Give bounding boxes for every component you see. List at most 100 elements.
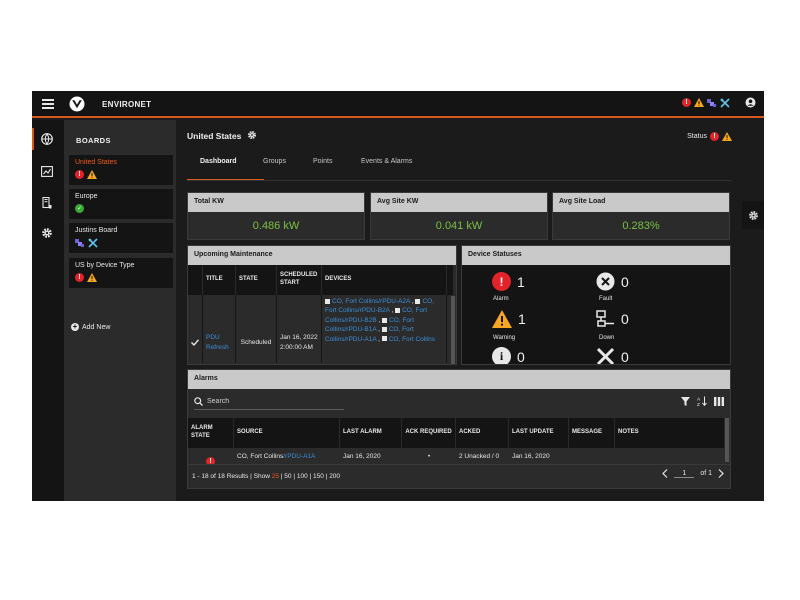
table-header: TITLE STATE SCHEDULED START DEVICES <box>188 265 453 295</box>
table-row[interactable]: PDU Refresh Scheduled Jan 16, 2022 2:00:… <box>188 295 453 363</box>
table-row[interactable]: ! CO, Fort Collins/rPDU-A1A Jan 16, 2020… <box>188 448 724 464</box>
alarms-panel: Alarms AZ ALARM STATE SOURCE LAST ALARM … <box>187 369 731 489</box>
kpi-value: 0.041 kW <box>435 220 483 232</box>
tab-points[interactable]: Points <box>313 158 332 165</box>
acked-cell[interactable]: 2 Unacked / 0 <box>456 448 509 464</box>
column-header[interactable]: NOTES <box>615 418 724 448</box>
network-down-icon <box>596 310 614 327</box>
status-info[interactable]: i 0 <box>492 347 525 364</box>
add-new-board-button[interactable]: + Add New <box>71 323 110 331</box>
status-label: Status <box>687 133 707 140</box>
status-maintenance[interactable]: 0 <box>596 347 629 364</box>
row-checkbox[interactable] <box>188 295 203 363</box>
devices-icon[interactable] <box>40 196 54 210</box>
maintenance-start: Jan 16, 2022 2:00:00 AM <box>277 295 322 363</box>
checkmark-icon <box>191 339 199 346</box>
message-cell <box>569 448 615 464</box>
maintenance-state: Scheduled <box>236 295 277 363</box>
ack-required-cell: • <box>427 453 431 460</box>
page-size-option[interactable]: 150 <box>313 473 324 480</box>
board-item-united-states[interactable]: United States ! <box>69 155 173 185</box>
kpi-value: 0.486 kW <box>252 220 300 232</box>
status-down[interactable]: 0 <box>596 310 629 328</box>
alarm-source-cell: CO, Fort Collins/rPDU-A1A <box>234 448 340 464</box>
device-link[interactable]: CO, Fort Collins/rPDU-A2A <box>325 298 410 305</box>
column-header[interactable]: LAST ALARM <box>340 418 402 448</box>
panel-title: Upcoming Maintenance <box>188 246 456 265</box>
page-count: of 1 <box>700 470 712 477</box>
device-link[interactable]: CO, Fort Collins <box>381 336 435 343</box>
last-alarm-cell: Jan 16, 2020 <box>343 453 381 460</box>
status-label: Warning <box>493 335 516 341</box>
filter-icon[interactable] <box>681 396 690 406</box>
column-header[interactable]: ACK REQUIRED <box>402 418 456 448</box>
user-icon[interactable] <box>745 97 756 108</box>
board-item-justins-board[interactable]: Justins Board <box>69 223 173 253</box>
chevron-right-icon[interactable] <box>718 469 724 478</box>
board-item-label: United States <box>75 159 118 166</box>
status-alarm[interactable]: ! 1 <box>492 272 525 291</box>
warning-icon <box>87 170 97 179</box>
columns-icon[interactable] <box>714 396 724 406</box>
board-item-label: Europe <box>75 193 98 200</box>
column-header[interactable]: MESSAGE <box>569 418 615 448</box>
svg-text:A: A <box>697 397 701 403</box>
column-header[interactable]: TITLE <box>203 265 236 295</box>
hamburger-menu-icon[interactable] <box>42 99 54 109</box>
maintenance-table: TITLE STATE SCHEDULED START DEVICES PDU … <box>188 265 453 363</box>
page-size-option[interactable]: 50 <box>284 473 291 480</box>
column-header[interactable]: DEVICES <box>322 265 447 295</box>
reports-icon[interactable] <box>40 164 54 178</box>
svg-text:Z: Z <box>697 402 700 406</box>
kpi-label: Total KW <box>188 193 364 212</box>
board-item-europe[interactable]: Europe ✓ <box>69 189 173 219</box>
source-device-link[interactable]: /rPDU-A1A <box>283 453 315 460</box>
fault-icon <box>596 272 615 291</box>
maintenance-title-link[interactable]: PDU Refresh <box>203 295 236 363</box>
column-header[interactable]: STATE <box>236 265 277 295</box>
page-number-input[interactable] <box>674 469 695 478</box>
plus-icon: + <box>71 322 79 331</box>
vertiv-logo-icon[interactable] <box>69 96 85 112</box>
status-warning[interactable]: 1 <box>492 310 526 328</box>
column-header[interactable]: SCHEDULED START <box>277 265 322 295</box>
board-settings-gear-icon[interactable] <box>247 130 257 140</box>
column-header[interactable]: SOURCE <box>234 418 340 448</box>
dashboard-settings-button[interactable] <box>742 201 764 229</box>
results-summary: 1 - 18 of 18 Results | Show 25 | 50 | 10… <box>192 473 341 480</box>
search-input[interactable] <box>207 398 337 405</box>
boards-panel: BOARDS United States ! Europe ✓ Justins … <box>64 120 176 501</box>
settings-icon[interactable] <box>40 226 54 240</box>
multi-device-icon[interactable] <box>707 98 717 108</box>
warning-icon[interactable] <box>722 132 732 141</box>
alarm-search <box>194 394 344 410</box>
column-header[interactable]: ACKED <box>456 418 509 448</box>
tab-events-alarms[interactable]: Events & Alarms <box>361 158 412 165</box>
page-size-option[interactable]: 200 <box>329 473 340 480</box>
tools-icon[interactable] <box>720 97 730 108</box>
sort-icon[interactable]: AZ <box>697 396 707 406</box>
tab-dashboard[interactable]: Dashboard <box>200 158 237 165</box>
tools-icon <box>596 347 615 364</box>
board-item-label: Justins Board <box>75 227 118 234</box>
board-item-us-by-device-type[interactable]: US by Device Type ! <box>69 258 173 288</box>
alarm-icon[interactable]: ! <box>682 98 691 107</box>
page-size-option[interactable]: 25 <box>272 473 279 480</box>
kpi-avg-site-load: Avg Site Load 0.283% <box>552 192 730 240</box>
status-fault[interactable]: 0 <box>596 272 629 291</box>
active-indicator <box>32 128 34 150</box>
globe-icon[interactable] <box>40 132 54 146</box>
alarm-icon[interactable]: ! <box>710 132 719 141</box>
scrollbar[interactable] <box>451 296 455 364</box>
page-size-option[interactable]: 100 <box>297 473 308 480</box>
scrollbar[interactable] <box>725 418 729 462</box>
warning-icon <box>492 310 512 328</box>
chevron-left-icon[interactable] <box>662 469 668 478</box>
tab-groups[interactable]: Groups <box>263 158 286 165</box>
alarm-icon: ! <box>492 272 511 291</box>
column-header[interactable]: LAST UPDATE <box>509 418 569 448</box>
column-header[interactable]: ALARM STATE <box>188 418 234 448</box>
warning-icon[interactable] <box>694 98 704 107</box>
tools-icon <box>88 238 98 248</box>
environet-app: ENVIRONET ! BOARDS United States ! Europ… <box>32 91 764 501</box>
